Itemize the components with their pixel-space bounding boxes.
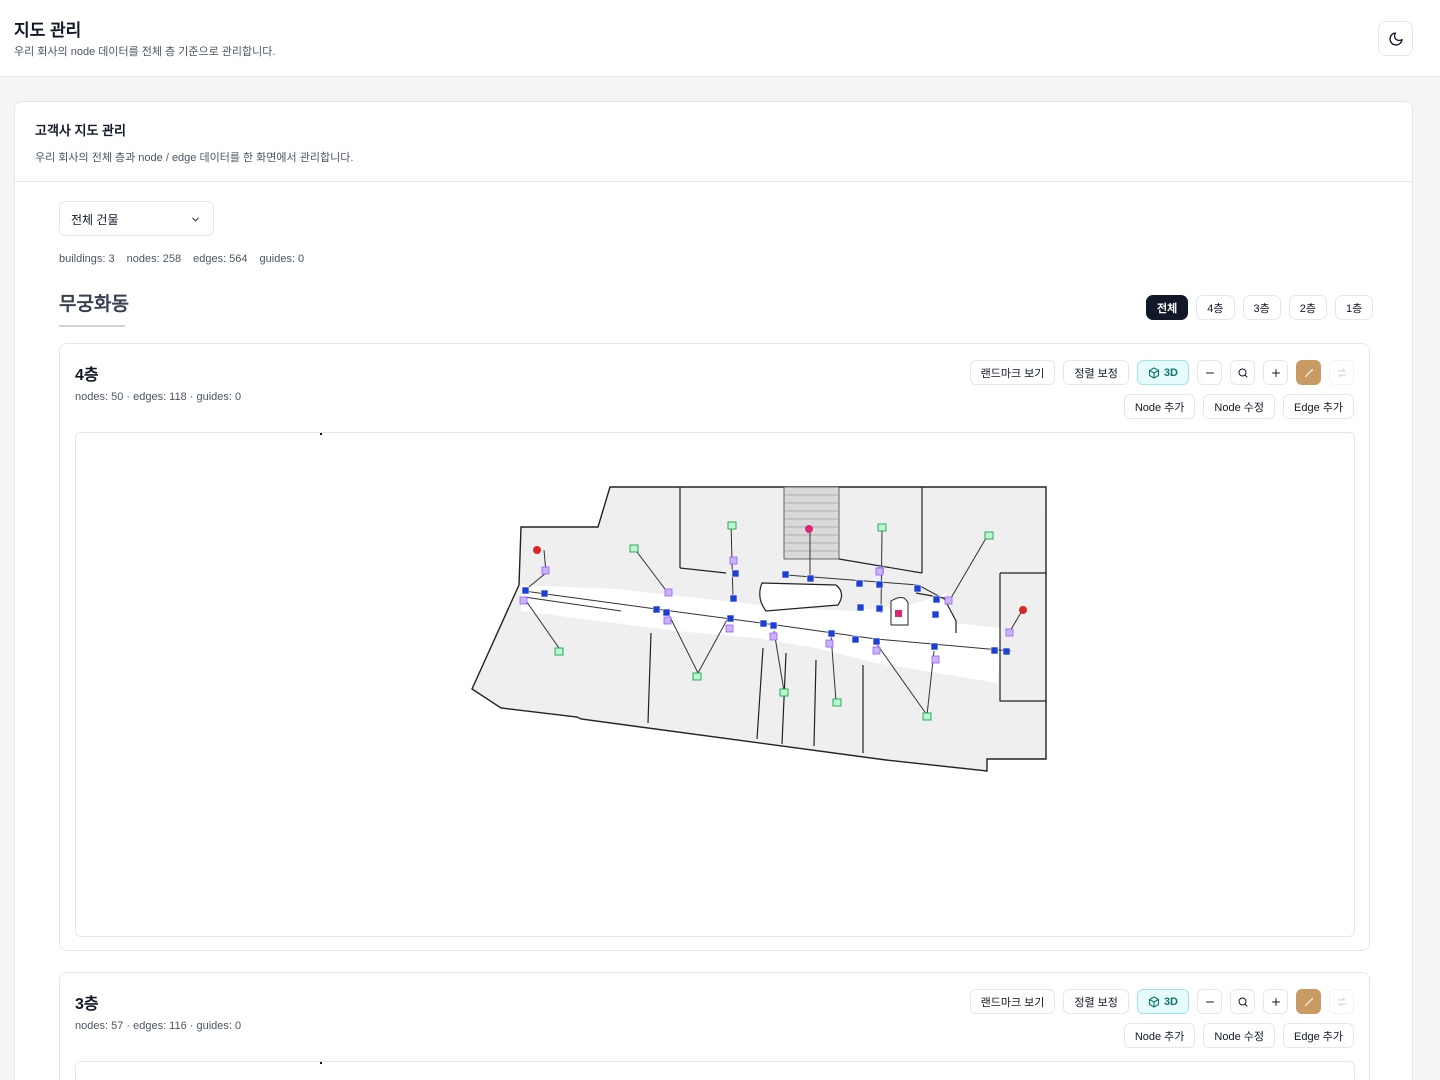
card-title: 고객사 지도 관리 — [35, 123, 126, 138]
moon-icon — [1388, 31, 1403, 46]
floor-card-4: 4층 nodes: 50 · edges: 118 · guides: 0 랜드… — [59, 343, 1370, 951]
building-name-underline — [59, 325, 125, 327]
swap-button[interactable] — [1329, 989, 1354, 1014]
floor-map-canvas[interactable] — [75, 1061, 1355, 1080]
summary-stats: buildings: 3 nodes: 258 edges: 564 guide… — [59, 253, 304, 265]
minus-icon — [1205, 372, 1214, 373]
edit-mode-button[interactable] — [1296, 989, 1321, 1014]
page-subtitle: 우리 회사의 node 데이터를 전체 층 기준으로 관리합니다. — [14, 46, 276, 58]
map-management-card: 고객사 지도 관리 우리 회사의 전체 층과 node / edge 데이터를 … — [14, 101, 1413, 1080]
pencil-icon — [1304, 368, 1313, 377]
chevron-down-icon — [192, 217, 199, 222]
theme-toggle-button[interactable] — [1378, 21, 1413, 56]
shuffle-icon — [1337, 368, 1346, 377]
card-description: 우리 회사의 전체 층과 node / edge 데이터를 한 화면에서 관리합… — [35, 152, 354, 164]
landmark-button[interactable]: 랜드마크 보기 — [969, 360, 1056, 385]
search-icon — [1238, 368, 1247, 377]
floor-map-canvas[interactable] — [75, 432, 1355, 937]
landmark-button[interactable]: 랜드마크 보기 — [969, 989, 1056, 1014]
tab-floor-3[interactable]: 3층 — [1242, 295, 1281, 320]
pencil-icon — [1304, 997, 1313, 1006]
floor-card-3: 3층 nodes: 57 · edges: 116 · guides: 0 랜드… — [59, 972, 1370, 1080]
3d-button[interactable]: 3D — [1136, 360, 1189, 385]
map-marker-dot — [320, 433, 322, 435]
tab-floor-1[interactable]: 1층 — [1335, 295, 1374, 320]
stat-edges: edges: 564 — [193, 253, 248, 265]
floor-plan — [471, 486, 1047, 772]
page-title: 지도 관리 — [14, 21, 82, 40]
search-icon — [1238, 997, 1247, 1006]
zoom-out-button[interactable] — [1197, 360, 1222, 385]
floor-edit-toolbar: Node 추가 Node 수정 Edge 추가 — [1123, 394, 1354, 419]
align-button[interactable]: 정렬 보정 — [1063, 360, 1129, 385]
swap-button[interactable] — [1329, 360, 1354, 385]
stat-buildings: buildings: 3 — [59, 253, 115, 265]
card-header: 고객사 지도 관리 우리 회사의 전체 층과 node / edge 데이터를 … — [15, 102, 1412, 182]
edit-node-button[interactable]: Node 수정 — [1203, 394, 1275, 419]
floor-toolbar: 랜드마크 보기 정렬 보정 3D — [969, 360, 1354, 385]
floor-stats: nodes: 57 · edges: 116 · guides: 0 — [75, 1020, 242, 1032]
floor-title: 4층 — [75, 367, 99, 384]
3d-button-label: 3D — [1163, 366, 1178, 379]
zoom-in-button[interactable] — [1263, 360, 1288, 385]
tab-all[interactable]: 전체 — [1146, 295, 1189, 320]
align-button[interactable]: 정렬 보정 — [1063, 989, 1129, 1014]
stat-guides: guides: 0 — [259, 253, 305, 265]
stat-nodes: nodes: 258 — [126, 253, 182, 265]
building-name: 무궁화동 — [59, 294, 129, 315]
cube-icon — [1148, 995, 1159, 1008]
add-edge-button[interactable]: Edge 추가 — [1283, 394, 1354, 419]
floor-tabs: 전체 4층 3층 2층 1층 — [1146, 295, 1374, 320]
zoom-reset-button[interactable] — [1230, 360, 1255, 385]
plus-icon — [1271, 368, 1280, 377]
add-node-button[interactable]: Node 추가 — [1123, 394, 1196, 419]
floor-stats: nodes: 50 · edges: 118 · guides: 0 — [75, 391, 242, 403]
add-node-button[interactable]: Node 추가 — [1123, 1023, 1196, 1048]
tab-floor-4[interactable]: 4층 — [1196, 295, 1235, 320]
minus-icon — [1205, 1001, 1214, 1002]
map-marker-dot — [320, 1062, 322, 1064]
building-select-value: 전체 건물 — [71, 213, 119, 227]
zoom-reset-button[interactable] — [1230, 989, 1255, 1014]
3d-button-label: 3D — [1163, 995, 1178, 1008]
floor-edit-toolbar: Node 추가 Node 수정 Edge 추가 — [1123, 1023, 1354, 1048]
floor-toolbar: 랜드마크 보기 정렬 보정 3D — [969, 989, 1354, 1014]
3d-button[interactable]: 3D — [1136, 989, 1189, 1014]
floor-title: 3층 — [75, 996, 99, 1013]
add-edge-button[interactable]: Edge 추가 — [1283, 1023, 1354, 1048]
zoom-out-button[interactable] — [1197, 989, 1222, 1014]
tab-floor-2[interactable]: 2층 — [1288, 295, 1327, 320]
building-select[interactable]: 전체 건물 — [59, 201, 214, 236]
edit-mode-button[interactable] — [1296, 360, 1321, 385]
edit-node-button[interactable]: Node 수정 — [1203, 1023, 1275, 1048]
page-header: 지도 관리 우리 회사의 node 데이터를 전체 층 기준으로 관리합니다. — [0, 0, 1440, 77]
stair — [783, 486, 840, 560]
zoom-in-button[interactable] — [1263, 989, 1288, 1014]
plus-icon — [1271, 997, 1280, 1006]
shuffle-icon — [1337, 997, 1346, 1006]
cube-icon — [1148, 366, 1159, 379]
